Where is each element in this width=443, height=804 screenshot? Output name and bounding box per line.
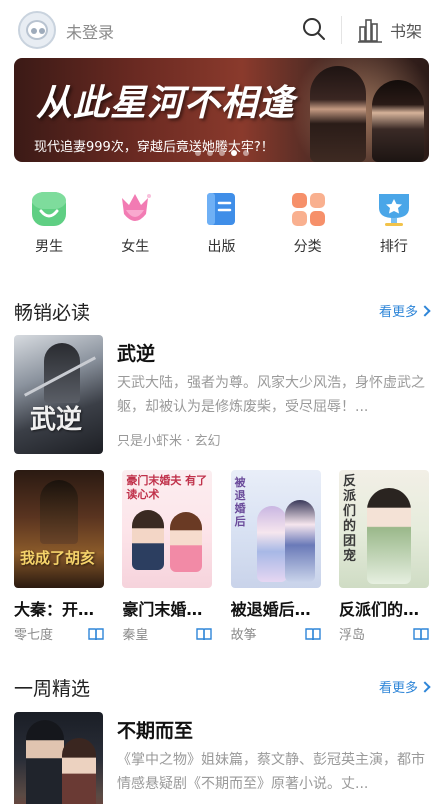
pagination-dot[interactable] bbox=[206, 150, 213, 156]
cover-figure bbox=[366, 488, 411, 584]
banner-figure-woman bbox=[310, 66, 366, 162]
book-meta-row: 故筝 bbox=[231, 624, 321, 643]
nav-item-publish[interactable]: 出版 bbox=[186, 190, 256, 268]
category-icon bbox=[291, 193, 325, 226]
book-author: 零七度 bbox=[14, 628, 54, 643]
book-cover: 武逆 bbox=[14, 335, 103, 454]
nav-item-category[interactable]: 分类 bbox=[273, 190, 343, 268]
book-cover bbox=[14, 712, 103, 804]
book-card[interactable]: 我成了胡亥 大秦：开局... 零七度 bbox=[14, 470, 104, 643]
weekly-book-description: 《掌中之物》姐妹篇，蔡文静、彭冠英主演，都市情感悬疑剧《不期而至》原著小说。丈.… bbox=[117, 752, 425, 792]
chevron-right-icon bbox=[419, 304, 431, 317]
cover-figure-woman bbox=[62, 738, 96, 804]
read-icon[interactable] bbox=[304, 627, 321, 641]
chevron-right-icon bbox=[419, 680, 431, 693]
cover-title-text: 豪门末婚夫 有了读心术 bbox=[126, 474, 208, 501]
book-meta-row: 秦皇 bbox=[122, 624, 213, 643]
weekly-more-label: 看更多 bbox=[378, 681, 418, 696]
book-card[interactable]: 豪门末婚夫 有了读心术 豪门末婚夫... 秦皇 bbox=[122, 470, 213, 643]
banner-title: 从此星河不相逢 bbox=[36, 82, 296, 124]
weekly-header: 一周精选 看更多 bbox=[14, 672, 431, 700]
avatar[interactable] bbox=[18, 11, 56, 49]
bookshelf-button[interactable]: 书架 bbox=[358, 16, 422, 44]
book-author: 秦皇 bbox=[122, 628, 149, 643]
avatar-eye-left bbox=[31, 28, 37, 34]
top-bar: 未登录 书架 bbox=[0, 0, 443, 58]
weekly-title: 一周精选 bbox=[14, 678, 91, 700]
cover-title-text: 反派们的团宠 bbox=[342, 474, 356, 564]
book-author: 故筝 bbox=[230, 628, 257, 643]
pagination-dot[interactable] bbox=[194, 150, 201, 156]
cover-figure-man bbox=[26, 720, 64, 804]
read-icon[interactable] bbox=[88, 627, 104, 641]
bestseller-more-label: 看更多 bbox=[378, 305, 418, 320]
book-title: 大秦：开局... bbox=[14, 600, 104, 619]
cover-title-text: 被退婚后 bbox=[234, 476, 246, 528]
bestseller-book-grid: 我成了胡亥 大秦：开局... 零七度 豪门末婚夫 有了读心术 豪门末婚夫... … bbox=[14, 470, 429, 643]
book-author: 浮岛 bbox=[338, 628, 365, 643]
featured-book-genre: 玄幻 bbox=[194, 434, 221, 449]
cover-title-text: 武逆 bbox=[30, 405, 83, 435]
book-meta-row: 零七度 bbox=[14, 624, 104, 643]
cover-figure-woman bbox=[170, 512, 203, 572]
nav-label-ranking: 排行 bbox=[379, 239, 408, 255]
login-status[interactable]: 未登录 bbox=[66, 19, 114, 43]
female-icon bbox=[122, 194, 152, 221]
book-cover: 我成了胡亥 bbox=[14, 470, 104, 588]
bestseller-more-link[interactable]: 看更多 bbox=[378, 301, 431, 320]
book-cover: 豪门末婚夫 有了读心术 bbox=[122, 470, 213, 588]
featured-book-description: 天武大陆，强者为尊。风家大少风浩，身怀虚武之躯，却被认为是修炼废柴，受尽屈辱！.… bbox=[117, 375, 425, 415]
book-card[interactable]: 反派们的团宠 反派们的团... 浮岛 bbox=[338, 470, 429, 643]
avatar-eye-right bbox=[39, 28, 45, 34]
nav-label-female: 女生 bbox=[121, 239, 150, 255]
pagination-dot[interactable] bbox=[218, 150, 225, 156]
nav-item-male[interactable]: 男生 bbox=[14, 190, 84, 268]
banner-pagination bbox=[14, 150, 429, 156]
cover-figure bbox=[40, 480, 78, 544]
featured-book-title: 武逆 bbox=[117, 343, 156, 365]
promo-banner[interactable]: 从此星河不相逢 现代追妻999次，穿越后竟送她腾大牢?！ bbox=[14, 58, 429, 162]
header-divider bbox=[341, 16, 342, 44]
book-title: 被退婚后我... bbox=[230, 600, 321, 619]
bookshelf-icon bbox=[358, 19, 382, 43]
book-cover: 被退婚后 bbox=[230, 470, 321, 588]
nav-label-publish: 出版 bbox=[207, 239, 236, 255]
nav-label-category: 分类 bbox=[293, 239, 322, 255]
book-icon bbox=[207, 193, 236, 225]
book-title: 反派们的团... bbox=[338, 600, 429, 619]
category-nav: 男生 女生 出版 分类 排行 bbox=[0, 190, 443, 268]
weekly-book-title: 不期而至 bbox=[117, 720, 194, 742]
meta-separator: · bbox=[186, 434, 191, 449]
featured-book-author: 只是小虾米 bbox=[117, 434, 183, 449]
weekly-more-link[interactable]: 看更多 bbox=[378, 677, 431, 696]
nav-item-ranking[interactable]: 排行 bbox=[359, 190, 429, 268]
read-icon[interactable] bbox=[196, 627, 213, 641]
bestseller-title: 畅销必读 bbox=[14, 302, 91, 324]
cover-title-text: 我成了胡亥 bbox=[20, 549, 96, 567]
read-icon[interactable] bbox=[413, 627, 429, 641]
book-cover: 反派们的团宠 bbox=[338, 470, 429, 588]
pagination-dot[interactable] bbox=[242, 150, 249, 156]
nav-item-female[interactable]: 女生 bbox=[100, 190, 170, 268]
weekly-featured-book[interactable]: 不期而至 《掌中之物》姐妹篇，蔡文静、彭冠英主演，都市情感悬疑剧《不期而至》原著… bbox=[14, 712, 429, 804]
bookshelf-label: 书架 bbox=[390, 22, 423, 41]
nav-label-male: 男生 bbox=[35, 239, 64, 255]
featured-book[interactable]: 武逆 武逆 天武大陆，强者为尊。风家大少风浩，身怀虚武之躯，却被认为是修炼废柴，… bbox=[14, 335, 429, 455]
ranking-icon bbox=[378, 194, 409, 226]
pagination-dot[interactable] bbox=[230, 150, 237, 156]
cover-figure-man bbox=[132, 510, 165, 570]
search-icon[interactable] bbox=[302, 17, 326, 41]
bestseller-header: 畅销必读 看更多 bbox=[14, 296, 431, 324]
book-card[interactable]: 被退婚后 被退婚后我... 故筝 bbox=[230, 470, 321, 643]
male-icon bbox=[32, 192, 67, 226]
cover-figure-right bbox=[284, 500, 315, 582]
featured-book-meta: 只是小虾米 · 玄幻 bbox=[117, 430, 220, 449]
book-meta-row: 浮岛 bbox=[339, 624, 429, 643]
cover-figure-left bbox=[256, 506, 287, 582]
book-title: 豪门末婚夫... bbox=[122, 600, 213, 619]
